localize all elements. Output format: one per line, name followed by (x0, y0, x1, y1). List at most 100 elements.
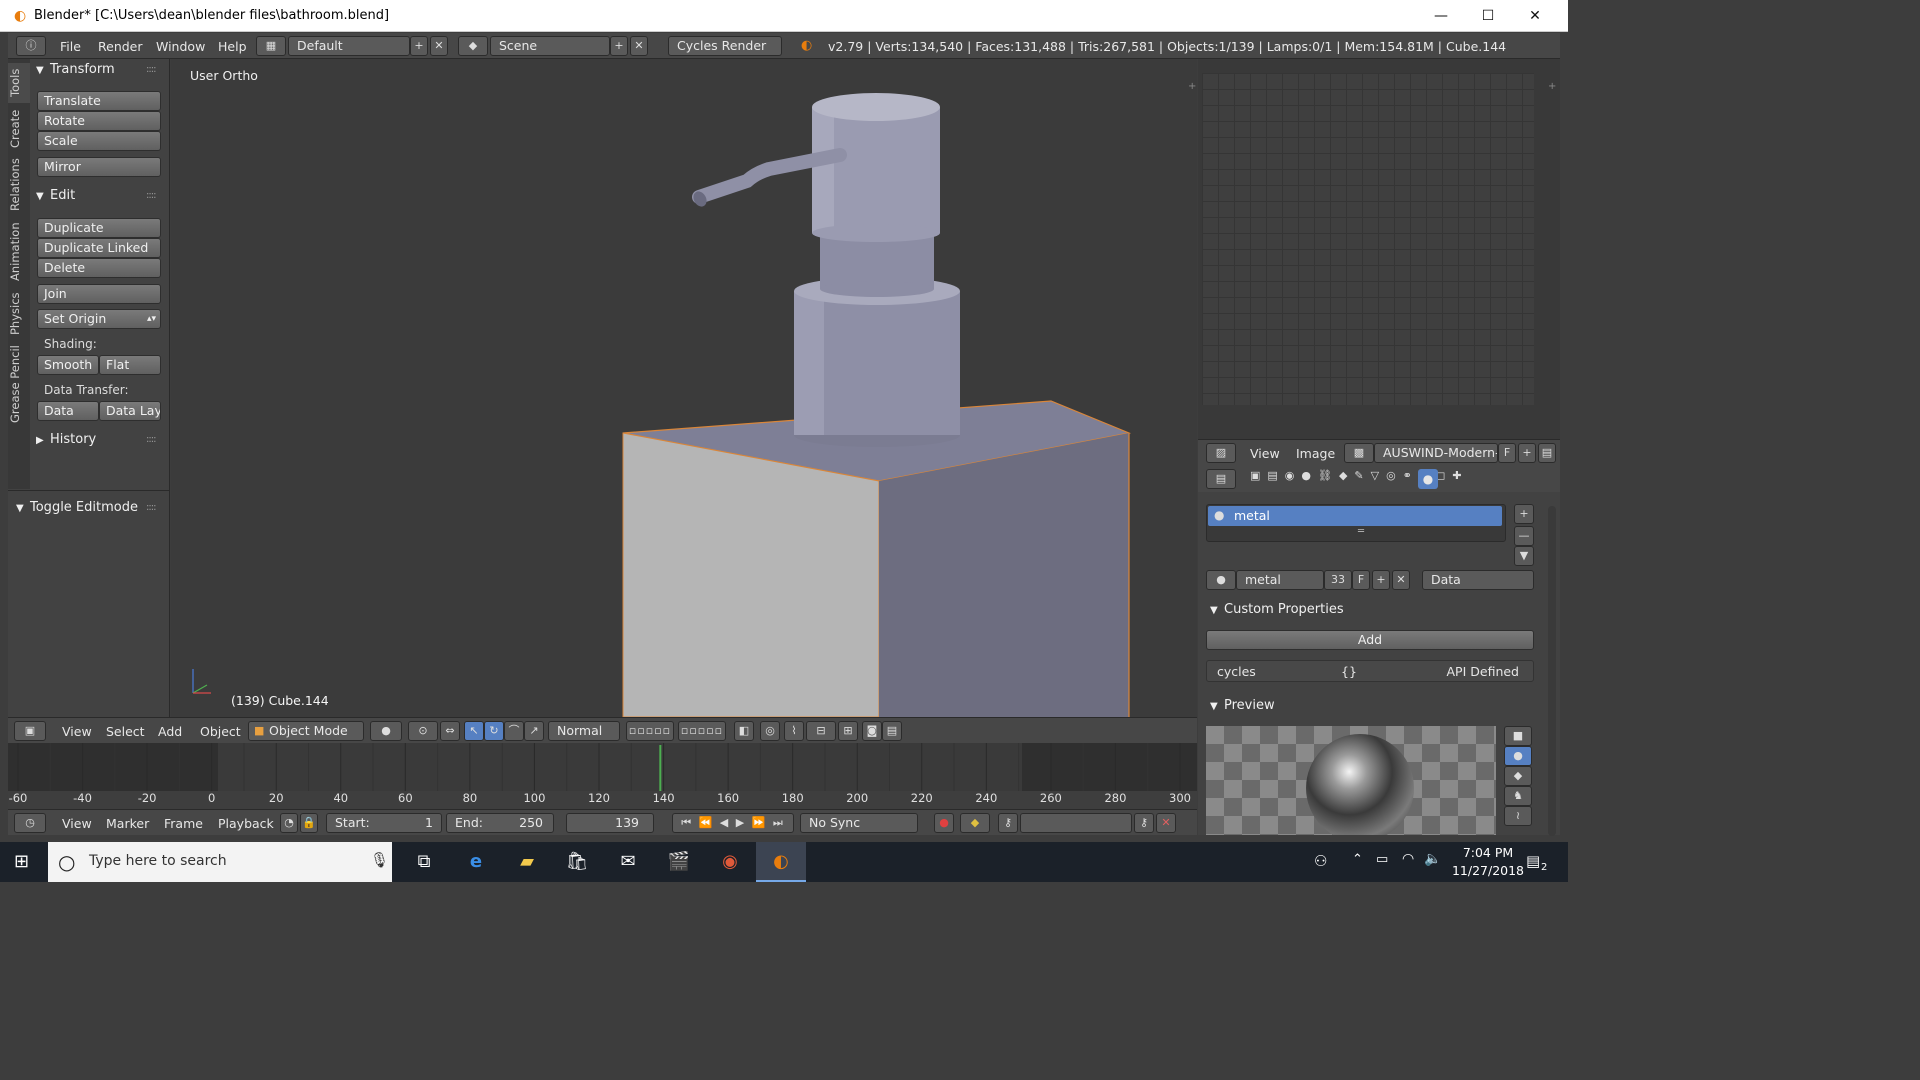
duplicate-linked-button[interactable]: Duplicate Linked (37, 238, 161, 258)
task-view-icon[interactable]: ⧉ (404, 847, 444, 877)
unlink-material-icon[interactable]: ✕ (1392, 570, 1410, 590)
sync-mode-select[interactable]: No Sync (800, 813, 918, 833)
delete-keyframe-icon[interactable]: ✕ (1156, 813, 1176, 833)
menu-playback[interactable]: Playback (218, 816, 274, 831)
lock-layer-icon[interactable]: ◧ (734, 721, 754, 741)
menu-render[interactable]: Render (98, 39, 143, 54)
tab-grease-pencil[interactable]: Grease Pencil (8, 343, 30, 425)
drag-grip-icon[interactable]: :::: (146, 502, 157, 513)
scene-icon[interactable]: ◆ (458, 36, 488, 56)
taskbar-search-box[interactable]: ○ Type here to search 🎙 (48, 842, 392, 882)
preview-monkey-icon[interactable]: ♞ (1504, 786, 1532, 806)
snap-toggle-icon[interactable]: ⌇ (784, 721, 804, 741)
tab-relations[interactable]: Relations (8, 155, 30, 215)
material-users-count[interactable]: 33 (1324, 570, 1352, 590)
screen-layout-icon[interactable]: ▦ (256, 36, 286, 56)
scale-button[interactable]: Scale (37, 131, 161, 151)
snap-element-icon[interactable]: ⊟ (806, 721, 836, 741)
insert-keyframe-icon[interactable]: ⚷ (1134, 813, 1154, 833)
duplicate-button[interactable]: Duplicate (37, 218, 161, 238)
menu-select[interactable]: Select (106, 724, 145, 739)
wifi-icon[interactable]: ◠ (1402, 851, 1414, 867)
join-button[interactable]: Join (37, 284, 161, 304)
preview-flat-icon[interactable]: ■ (1504, 726, 1532, 746)
area-split-icon[interactable]: + (1188, 81, 1196, 92)
menu-view[interactable]: View (62, 816, 92, 831)
tab-create[interactable]: Create (8, 107, 30, 151)
current-frame-field[interactable]: 139 (566, 813, 654, 833)
browse-image-icon[interactable]: ▩ (1344, 443, 1374, 463)
delete-button[interactable]: Delete (37, 258, 161, 278)
set-origin-dropdown[interactable]: Set Origin ▴▾ (37, 309, 161, 329)
tab-animation[interactable]: Animation (8, 219, 30, 285)
transform-orientation-select[interactable]: Normal (548, 721, 620, 741)
material-name-field[interactable]: metal (1236, 570, 1324, 590)
menu-object[interactable]: Object (200, 724, 241, 739)
material-slot-row[interactable]: metal (1208, 506, 1502, 526)
custom-properties-header[interactable]: ▼ Custom Properties (1210, 602, 1344, 617)
preview-hair-icon[interactable]: ≀ (1504, 806, 1532, 826)
smooth-button[interactable]: Smooth (37, 355, 99, 375)
lock-range-icon[interactable]: 🔒 (300, 813, 318, 833)
menu-image[interactable]: Image (1296, 446, 1335, 461)
volume-icon[interactable]: 🔈 (1424, 851, 1441, 867)
store-icon[interactable]: 🛍 (557, 847, 597, 877)
add-scene-icon[interactable]: + (610, 36, 628, 56)
clock-time[interactable]: 7:04 PM (1455, 845, 1521, 860)
microphone-icon[interactable]: 🎙 (370, 851, 389, 869)
proportional-edit-icon[interactable]: ◎ (760, 721, 780, 741)
browse-material-icon[interactable]: ● (1206, 570, 1236, 590)
preview-cube-icon[interactable]: ◆ (1504, 766, 1532, 786)
open-image-icon[interactable]: ▤ (1538, 443, 1556, 463)
image-editor[interactable]: + + (1188, 59, 1560, 439)
render-preview-icon[interactable]: ◙ (862, 721, 882, 741)
add-layout-icon[interactable]: + (410, 36, 428, 56)
menu-file[interactable]: File (60, 39, 81, 54)
menu-help[interactable]: Help (218, 39, 247, 54)
remove-slot-icon[interactable]: — (1514, 526, 1534, 546)
windows-start-icon[interactable]: ⊞ (14, 852, 34, 872)
preview-sphere-icon[interactable]: ● (1504, 746, 1532, 766)
edit-panel-header[interactable]: ▼ Edit (36, 188, 75, 203)
minimize-button[interactable]: — (1418, 0, 1464, 32)
start-frame-field[interactable]: Start: 1 (326, 813, 442, 833)
rotate-button[interactable]: Rotate (37, 111, 161, 131)
history-panel-header[interactable]: ▶ History (36, 432, 96, 447)
screen-layout-field[interactable]: Default (288, 36, 410, 56)
playback-controls[interactable]: ⏮ ⏪ ◀ ▶ ⏩ ⏭ (672, 813, 794, 833)
data-button[interactable]: Data (37, 401, 99, 421)
area-split-icon[interactable]: + (1548, 81, 1556, 92)
file-explorer-icon[interactable]: ▰ (507, 847, 547, 877)
remove-layout-icon[interactable]: ✕ (430, 36, 448, 56)
drag-grip-icon[interactable]: :::: (146, 434, 157, 445)
3d-viewport[interactable]: User Ortho (139) Cube.144 (171, 59, 1197, 717)
show-hidden-icons[interactable]: ⌃ (1352, 852, 1363, 867)
close-button[interactable]: ✕ (1512, 0, 1558, 32)
record-keyframe-icon[interactable]: ● (934, 813, 954, 833)
fake-user-toggle[interactable]: F (1498, 443, 1516, 463)
manipulator-toggle-icon[interactable]: ⇔ (440, 721, 460, 741)
snap-target-icon[interactable]: ⊞ (838, 721, 858, 741)
slot-specials-icon[interactable]: ▼ (1514, 546, 1534, 566)
rotate-manipulator-icon[interactable]: ↻ (484, 721, 504, 741)
render-engine-select[interactable]: Cycles Render (668, 36, 782, 56)
editor-type-3d-icon[interactable]: ▣ (14, 721, 46, 741)
properties-context-tabs[interactable]: ▣▤◉●⛓◆✎▽◎⚭▦◻✚ (1250, 469, 1490, 489)
mirror-button[interactable]: Mirror (37, 157, 161, 177)
menu-add[interactable]: Add (158, 724, 182, 739)
menu-window[interactable]: Window (156, 39, 205, 54)
material-fake-user-toggle[interactable]: F (1352, 570, 1370, 590)
properties-scrollbar[interactable] (1548, 506, 1556, 836)
action-center-icon[interactable]: ▤ (1526, 852, 1540, 870)
material-link-select[interactable]: Data (1422, 570, 1534, 590)
mail-icon[interactable]: ✉ (608, 847, 648, 877)
viewport-shading-icon[interactable]: ● (370, 721, 402, 741)
new-image-icon[interactable]: + (1518, 443, 1536, 463)
editor-type-timeline-icon[interactable]: ◷ (14, 813, 46, 833)
interaction-mode-select[interactable]: Object Mode (248, 721, 364, 741)
uv-grid[interactable] (1202, 73, 1534, 405)
menu-frame[interactable]: Frame (164, 816, 203, 831)
translate-button[interactable]: Translate (37, 91, 161, 111)
clock-date[interactable]: 11/27/2018 (1449, 863, 1527, 878)
transform-panel-header[interactable]: ▼ Transform (36, 62, 115, 77)
